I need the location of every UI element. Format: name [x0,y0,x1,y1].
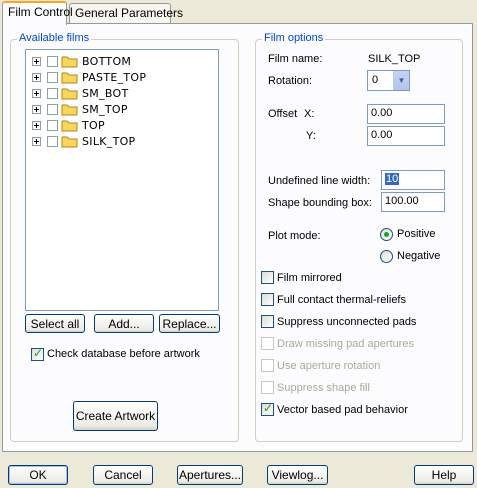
tree-item-sm-bot[interactable]: SM_BOT [32,85,129,101]
film-tree[interactable]: BOTTOM PASTE_TOP SM_BOT SM_TOP TOP SILK_… [25,49,219,311]
suppress-shape-fill-label: Suppress shape fill [277,382,370,394]
select-all-button[interactable]: Select all [25,314,85,333]
tree-checkbox[interactable] [47,71,58,83]
tree-item-label: SM_BOT [82,86,129,100]
ok-button[interactable]: OK [8,465,68,485]
replace-button[interactable]: Replace... [159,314,220,333]
tree-item-silk-top[interactable]: SILK_TOP [32,133,135,149]
film-mirrored-checkbox[interactable] [261,271,274,284]
folder-icon [61,56,78,67]
film-options-label: Film options [262,32,326,44]
film-name-label: Film name: [268,53,323,65]
tree-item-label: TOP [82,118,105,132]
plot-mode-label: Plot mode: [268,230,321,242]
offset-y-label: Y: [306,130,316,142]
offset-label: Offset [268,108,298,120]
expand-icon[interactable] [32,72,41,82]
tree-checkbox[interactable] [47,55,58,67]
create-artwork-button[interactable]: Create Artwork [73,401,158,431]
tree-item-bottom[interactable]: BOTTOM [32,53,131,69]
radio-selected-dot [384,232,389,237]
folder-icon [61,72,78,83]
expand-icon[interactable] [32,136,41,146]
plot-mode-negative-label: Negative [397,250,441,262]
use-aperture-rotation-checkbox [261,359,274,372]
tree-item-paste-top[interactable]: PASTE_TOP [32,69,146,85]
selected-text: 10 [385,173,400,185]
full-contact-label: Full contact thermal-reliefs [277,294,406,306]
use-aperture-rotation-label: Use aperture rotation [277,360,381,372]
chevron-down-icon[interactable]: ▼ [393,71,409,90]
expand-icon[interactable] [32,120,41,130]
tab-film-control[interactable]: Film Control [2,1,73,25]
tree-item-sm-top[interactable]: SM_TOP [32,101,128,117]
rotation-value: 0 [372,74,379,86]
tree-item-label: SILK_TOP [82,134,136,148]
suppress-unconnected-label: Suppress unconnected pads [277,316,417,328]
check-database-label: Check database before artwork [47,348,200,360]
shape-bounding-box-input[interactable]: 100.00 [381,192,445,212]
tree-item-label: SM_TOP [82,102,128,116]
expand-icon[interactable] [32,104,41,114]
folder-icon [61,136,78,147]
help-button[interactable]: Help [414,465,474,485]
offset-x-input[interactable]: 0.00 [367,104,445,124]
shape-bounding-box-label: Shape bounding box: [268,197,372,209]
add-button[interactable]: Add... [94,314,154,333]
draw-missing-checkbox [261,337,274,350]
plot-mode-negative-radio[interactable] [380,250,393,263]
apertures-button[interactable]: Apertures... [177,465,243,485]
draw-missing-label: Draw missing pad apertures [277,338,414,350]
full-contact-checkbox[interactable] [261,293,274,306]
tree-item-label: BOTTOM [82,54,132,68]
viewlog-button[interactable]: Viewlog... [267,465,328,485]
film-name-value: SILK_TOP [368,53,421,65]
folder-icon [61,104,78,115]
folder-icon [61,88,78,99]
film-mirrored-label: Film mirrored [277,272,342,284]
available-films-label: Available films [17,32,92,44]
expand-icon[interactable] [32,88,41,98]
tree-checkbox[interactable] [47,135,58,147]
suppress-shape-fill-checkbox [261,381,274,394]
checkmark-icon: ✓ [33,346,44,360]
tree-checkbox[interactable] [47,119,58,131]
tree-item-label: PASTE_TOP [82,70,147,84]
check-database-checkbox[interactable]: ✓ [31,346,44,361]
vector-based-checkbox[interactable]: ✓ [261,401,274,416]
plot-mode-positive-radio[interactable] [380,228,393,241]
tree-checkbox[interactable] [47,87,58,99]
rotation-select[interactable]: 0 ▼ [367,70,410,91]
expand-icon[interactable] [32,56,41,66]
folder-icon [61,120,78,131]
rotation-label: Rotation: [268,75,313,87]
undefined-line-width-input[interactable]: 10 [381,170,445,190]
tree-item-top[interactable]: TOP [32,117,105,133]
tab-general-parameters[interactable]: General Parameters [69,3,183,23]
suppress-unconnected-checkbox[interactable] [261,315,274,328]
tree-checkbox[interactable] [47,103,58,115]
offset-y-input[interactable]: 0.00 [367,126,445,146]
offset-x-label: X: [304,108,315,120]
plot-mode-positive-label: Positive [397,228,436,240]
checkmark-icon: ✓ [263,401,274,415]
undefined-line-width-label: Undefined line width: [268,175,371,187]
cancel-button[interactable]: Cancel [93,465,153,485]
vector-based-label: Vector based pad behavior [277,404,408,416]
